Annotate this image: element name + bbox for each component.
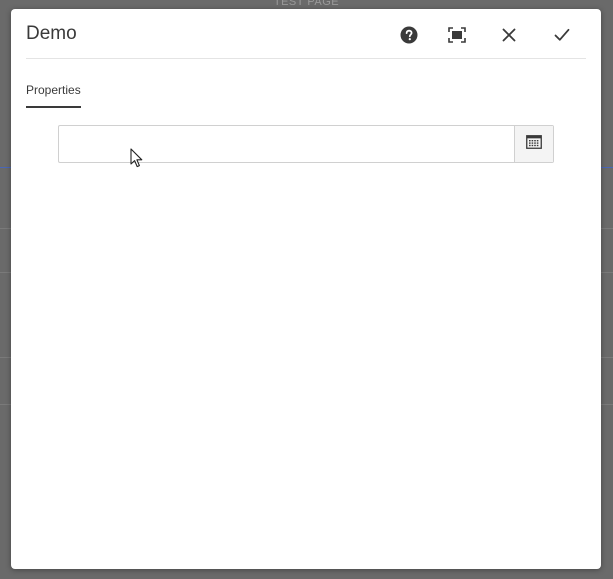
help-button[interactable] <box>396 23 422 47</box>
close-button[interactable] <box>496 23 522 47</box>
calendar-icon <box>526 134 542 154</box>
background-page-title: TEST PAGE <box>273 0 340 8</box>
dialog: Demo Properties <box>11 9 601 569</box>
mouse-cursor-icon <box>130 148 144 173</box>
tab-list: Properties <box>26 81 81 109</box>
dialog-header: Demo <box>26 9 586 59</box>
help-icon <box>400 26 418 44</box>
confirm-button[interactable] <box>549 23 575 47</box>
tab-properties[interactable]: Properties <box>26 83 81 108</box>
fullscreen-icon <box>448 27 466 43</box>
calendar-button[interactable] <box>514 126 553 162</box>
check-icon <box>554 28 570 42</box>
date-input[interactable] <box>59 126 514 162</box>
fullscreen-button[interactable] <box>444 23 470 47</box>
dialog-title: Demo <box>26 23 77 44</box>
close-icon <box>502 28 516 42</box>
